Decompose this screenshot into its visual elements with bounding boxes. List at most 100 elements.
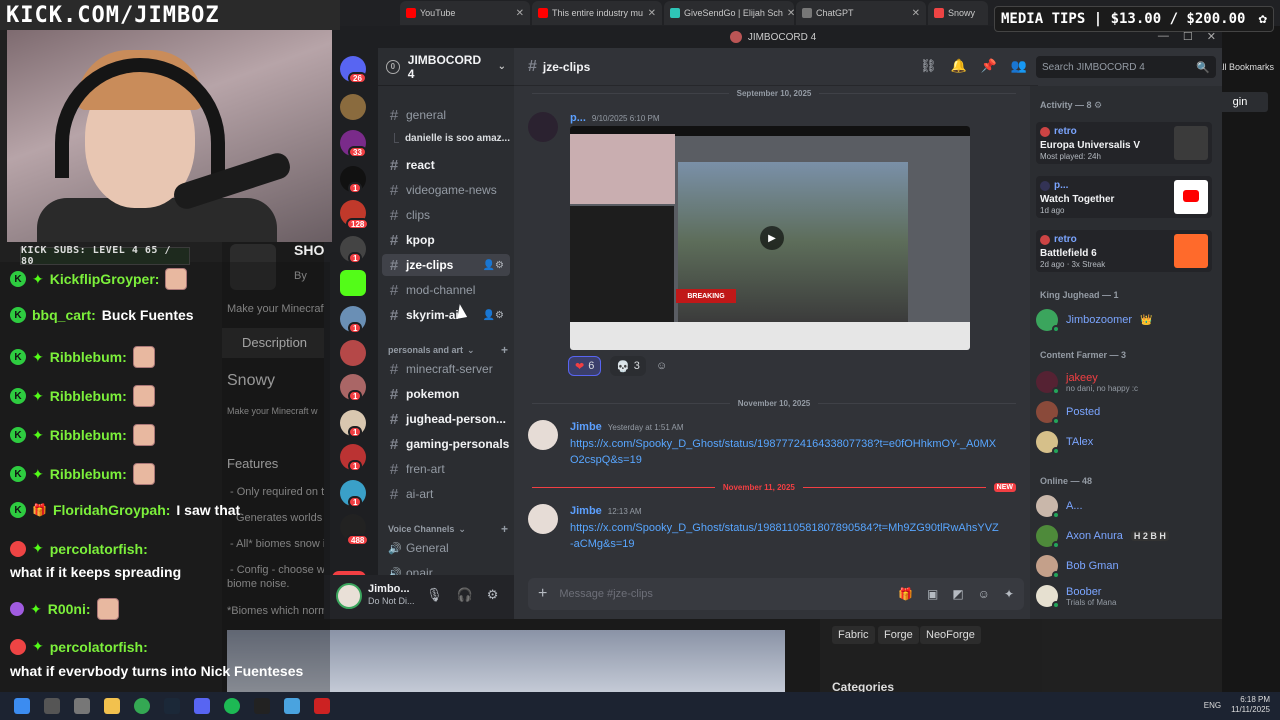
member-list-icon[interactable]: 👥 [1011,58,1027,74]
kick-server-icon[interactable] [340,270,366,296]
terminal-icon[interactable] [254,698,270,714]
channel-settings-icon[interactable]: 👤⚙ [483,260,504,271]
member-item[interactable]: Bob Gman [1036,552,1212,580]
threads-icon[interactable]: ⛓ [920,58,937,74]
add-attachment-icon[interactable]: + [538,585,547,603]
activity-user: p... [1040,180,1068,191]
member-item[interactable]: Posted [1036,398,1212,426]
channel-settings-icon[interactable]: 👤⚙ [483,310,504,321]
pin-icon[interactable]: 📌 [981,58,997,74]
browser-tab-youtube[interactable]: YouTube ✕ [400,1,530,25]
member-item[interactable]: Boober Trials of Mana [1036,582,1212,610]
skull-icon: 💀 [616,360,630,373]
app-icon[interactable] [284,698,300,714]
channel-react[interactable]: # react [382,154,510,176]
channel-gaming-personals[interactable]: # gaming-personals [382,433,510,455]
close-tab-icon[interactable]: ✕ [787,8,794,19]
clock[interactable]: 6:18 PM 11/11/2025 [1231,695,1270,715]
server-header[interactable]: 0 JIMBOCORD 4 ⌄ [378,48,514,86]
message-link[interactable]: https://x.com/Spooky_D_Ghost/status/1987… [570,436,1000,468]
channel-clips[interactable]: # clips [382,204,510,226]
tag-fabric[interactable]: Fabric [832,626,875,644]
search-icon[interactable] [44,698,60,714]
file-explorer-icon[interactable] [104,698,120,714]
server-icon[interactable] [340,94,366,120]
member-item[interactable]: A... [1036,492,1212,520]
tag-forge[interactable]: Forge [878,626,919,644]
message-avatar[interactable] [528,112,558,142]
tag-neoforge[interactable]: NeoForge [920,626,981,644]
message-author[interactable]: Jimbe [570,421,602,433]
browser-tab-chatgpt[interactable]: ChatGPT ✕ [796,1,926,25]
discord-icon[interactable] [194,698,210,714]
activity-card[interactable]: retro Europa Universalis V Most played: … [1036,122,1212,164]
add-channel-icon[interactable]: + [501,522,508,536]
message-author[interactable]: p... [570,112,586,124]
channel-jze-clips[interactable]: # jze-clips 👤⚙ [382,254,510,276]
message-avatar[interactable] [528,504,558,534]
message-composer[interactable]: + Message #jze-clips 🎁 ▣ ◩ ☺ ✦ [528,578,1024,610]
member-item[interactable]: TAlex [1036,428,1212,456]
category-voice-channels[interactable]: Voice Channels ⌄ + [388,522,508,536]
composer-tools: 🎁 ▣ ◩ ☺ ✦ [898,587,1014,601]
spotify-icon[interactable] [224,698,240,714]
emoji-icon[interactable]: ☺ [978,587,990,601]
unread-badge: 1 [348,390,363,402]
browser-tab-givesendgo[interactable]: GiveSendGo | Elijah Sch ✕ [664,1,794,25]
close-tab-icon[interactable]: ✕ [516,8,524,19]
gift-icon[interactable]: 🎁 [898,587,913,601]
thread-danielle[interactable]: danielle is soo amaz... [394,128,510,148]
channel-jughead-personals[interactable]: # jughead-person... [382,408,510,430]
browser-tab-snowy[interactable]: Snowy [928,1,988,25]
microphone-icon[interactable]: 🎙 [426,587,443,603]
channel-ai-art[interactable]: # ai-art [382,483,510,505]
category-label: personals and art [388,345,464,355]
sticker-icon[interactable]: ◩ [952,587,963,601]
apps-icon[interactable]: ✦ [1004,587,1014,601]
start-icon[interactable] [14,698,30,714]
task-view-icon[interactable] [74,698,90,714]
video-embed[interactable]: BREAKING ▶ [570,126,970,350]
chrome-icon[interactable] [134,698,150,714]
search-input[interactable]: Search JIMBOCORD 4 🔍 [1036,56,1216,78]
reaction-heart[interactable]: ❤ 6 [568,356,602,376]
category-personals-and-art[interactable]: personals and art ⌄ + [388,343,508,357]
gif-icon[interactable]: ▣ [927,587,938,601]
browser-tab-industry[interactable]: This entire industry mu ✕ [532,1,662,25]
avatar [1036,371,1060,395]
app-icon[interactable] [314,698,330,714]
user-name[interactable]: Jimbo... [368,583,410,595]
add-reaction-button[interactable]: ☺ [650,356,673,376]
bell-icon[interactable]: 🔔 [951,58,967,74]
activity-card[interactable]: retro Battlefield 6 2d ago ⋅ 3x Streak [1036,230,1212,272]
close-tab-icon[interactable]: ✕ [648,8,656,19]
add-channel-icon[interactable]: + [501,343,508,357]
user-avatar[interactable] [336,583,362,609]
all-bookmarks[interactable]: All Bookmarks [1216,62,1274,72]
channel-general[interactable]: # general [382,104,510,126]
channel-fren-art[interactable]: # fren-art [382,458,510,480]
message-author[interactable]: Jimbe [570,505,602,517]
member-item[interactable]: Jimbozoomer 👑 [1036,306,1212,334]
play-icon[interactable]: ▶ [760,226,784,250]
chat-message-text: what if it keeps spreading [10,564,182,580]
channel-mod-channel[interactable]: # mod-channel [382,279,510,301]
reaction-skull[interactable]: 💀 3 [610,356,646,376]
steam-icon[interactable] [164,698,180,714]
member-item[interactable]: jakeey no dani, no happy :c [1036,368,1212,396]
channel-minecraft-server[interactable]: # minecraft-server [382,358,510,380]
channel-skyrim-ai[interactable]: # skyrim-ai 👤⚙ [382,304,510,326]
headphones-icon[interactable]: 🎧 [457,587,473,603]
voice-channel-general[interactable]: 🔊 General [382,537,510,559]
language-indicator[interactable]: ENG [1204,701,1221,710]
close-tab-icon[interactable]: ✕ [912,8,920,19]
activity-card[interactable]: p... Watch Together 1d ago [1036,176,1212,218]
message-avatar[interactable] [528,420,558,450]
channel-kpop[interactable]: # kpop [382,229,510,251]
member-item[interactable]: Axon Anura H 2 B H [1036,522,1212,550]
message-link[interactable]: https://x.com/Spooky_D_Ghost/status/1988… [570,520,1000,552]
channel-pokemon[interactable]: # pokemon [382,383,510,405]
channel-videogame-news[interactable]: # videogame-news [382,179,510,201]
gear-icon[interactable]: ⚙ [487,587,499,603]
server-icon[interactable] [340,340,366,366]
